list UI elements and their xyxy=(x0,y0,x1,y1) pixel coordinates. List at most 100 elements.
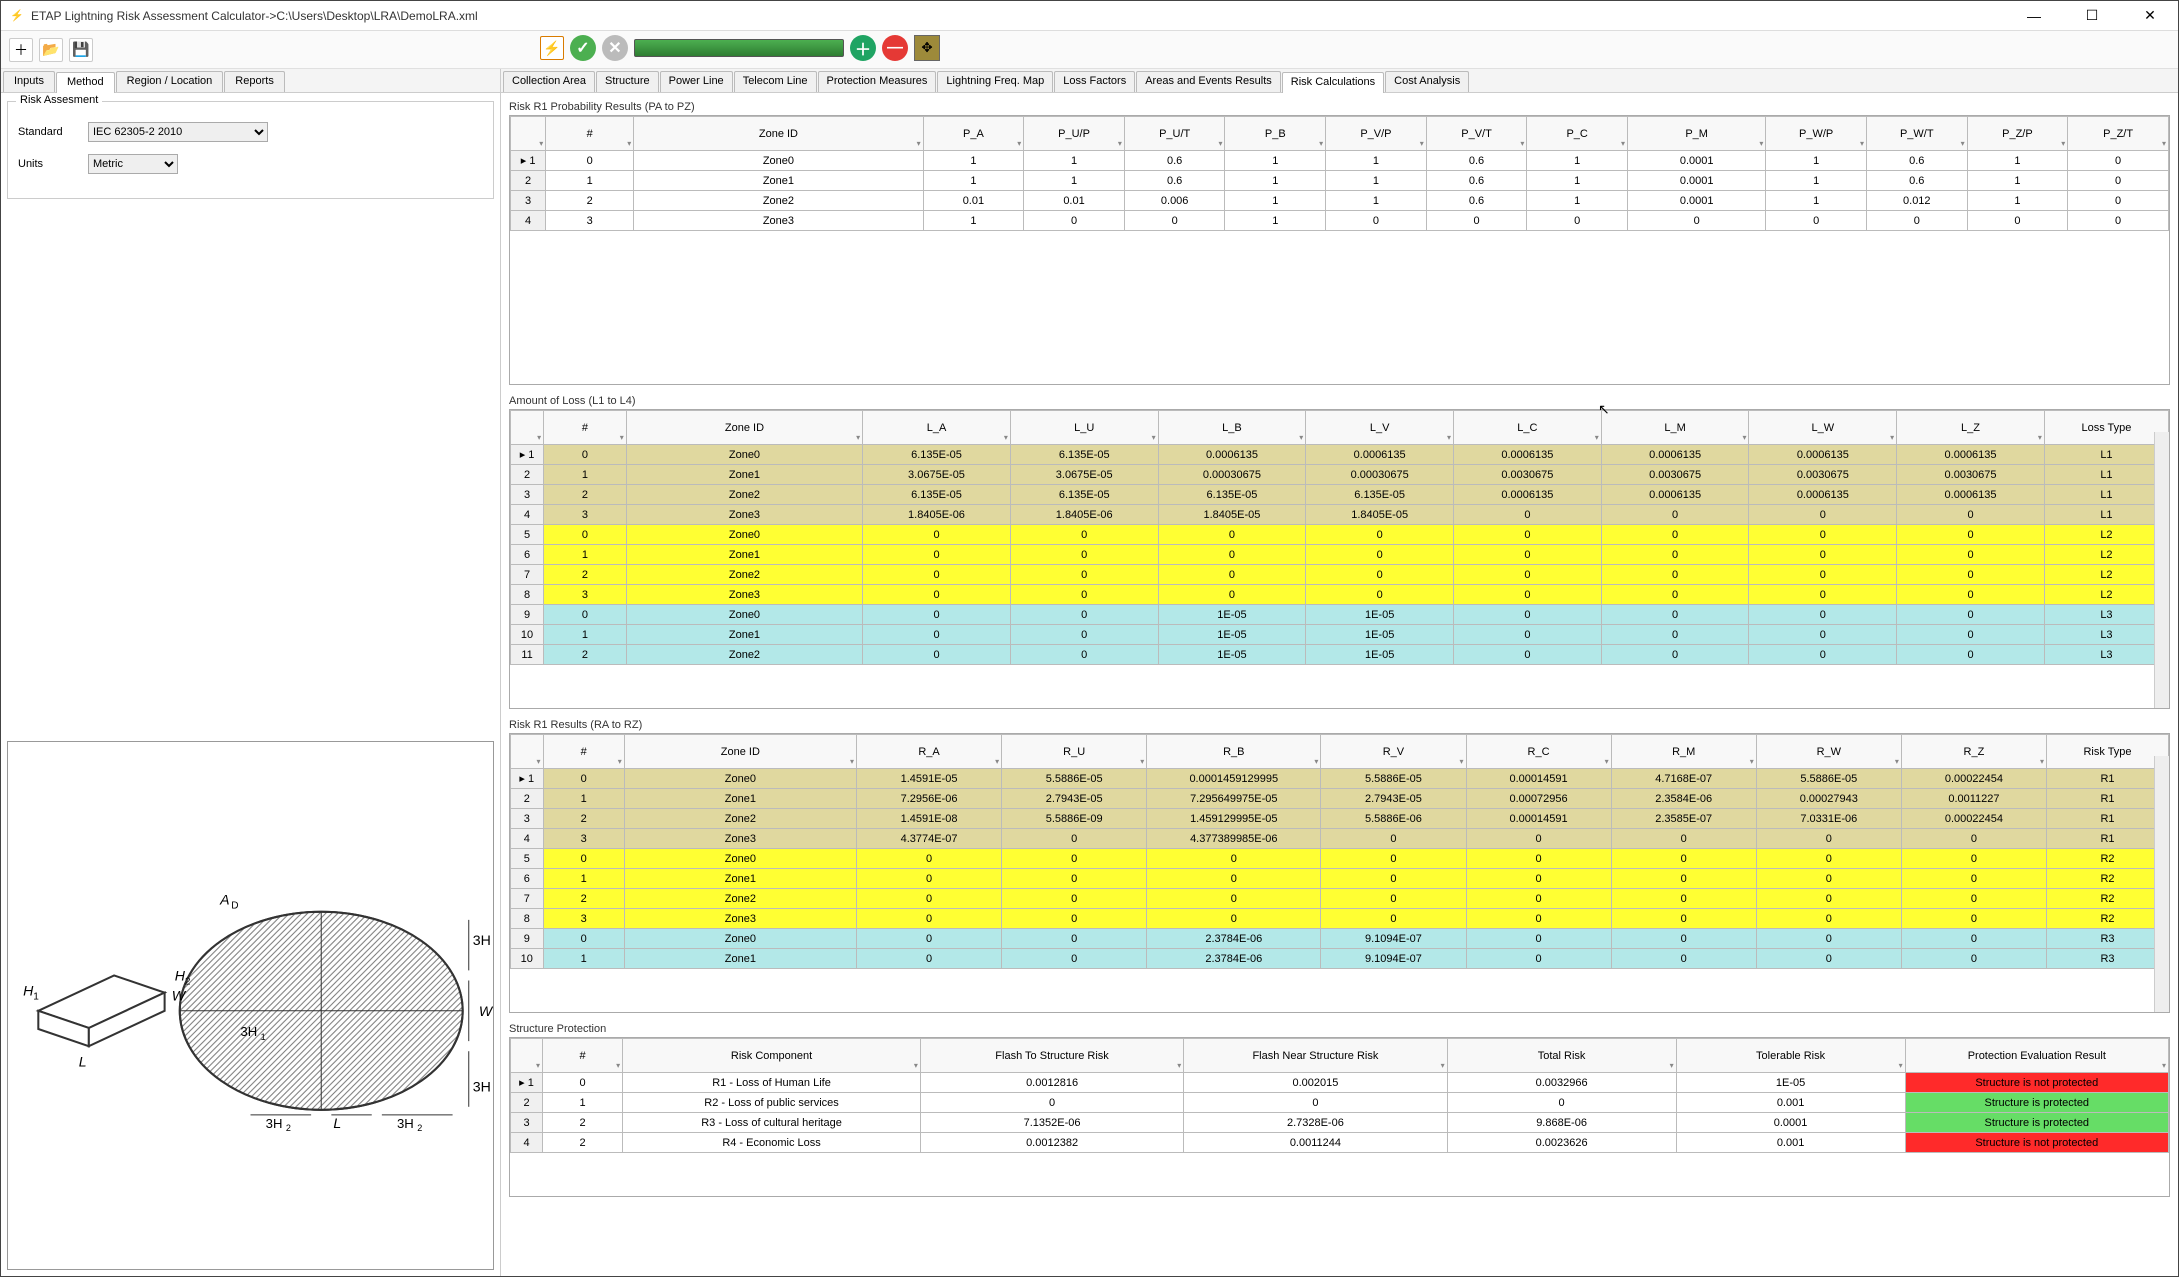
cell[interactable]: 0 xyxy=(1897,545,2045,565)
column-header[interactable]: P_Z/T▾ xyxy=(2068,117,2169,151)
cell[interactable]: 0 xyxy=(1002,889,1147,909)
cell[interactable]: 0 xyxy=(856,929,1001,949)
result-tab-power-line[interactable]: Power Line xyxy=(660,71,733,92)
cell[interactable]: 4.377389985E-06 xyxy=(1147,829,1321,849)
cell[interactable]: 1 xyxy=(1024,151,1125,171)
cell[interactable]: 0 xyxy=(1466,869,1611,889)
cell[interactable]: 1 xyxy=(544,625,627,645)
cell[interactable]: 8 xyxy=(511,909,544,929)
cell[interactable]: 3 xyxy=(511,485,544,505)
cell[interactable]: 0 xyxy=(1749,585,1897,605)
cell[interactable]: 0 xyxy=(1002,849,1147,869)
column-header[interactable]: P_A▾ xyxy=(923,117,1024,151)
cell[interactable]: L3 xyxy=(2044,625,2168,645)
cell[interactable]: Zone0 xyxy=(626,605,862,625)
cell[interactable]: Zone1 xyxy=(626,625,862,645)
cell[interactable]: R3 - Loss of cultural heritage xyxy=(623,1113,921,1133)
cell[interactable]: 0 xyxy=(1010,625,1158,645)
column-header[interactable]: R_M▾ xyxy=(1611,735,1756,769)
cell[interactable]: 0 xyxy=(1749,625,1897,645)
cell[interactable]: 0.00014591 xyxy=(1466,809,1611,829)
cell[interactable]: 1 xyxy=(923,211,1024,231)
cell[interactable]: 0 xyxy=(1756,829,1901,849)
minimize-button[interactable]: — xyxy=(2014,4,2054,28)
cell[interactable]: 0 xyxy=(1897,505,2045,525)
cell[interactable]: 7.2956E-06 xyxy=(856,789,1001,809)
cell[interactable]: Zone0 xyxy=(634,151,923,171)
column-header[interactable]: P_U/T▾ xyxy=(1124,117,1225,151)
cell[interactable]: ▸ 1 xyxy=(511,151,546,171)
cell[interactable]: 0 xyxy=(1466,849,1611,869)
cell[interactable]: 0 xyxy=(1601,605,1749,625)
cell[interactable]: 1.4591E-08 xyxy=(856,809,1001,829)
remove-button[interactable]: — xyxy=(882,35,908,61)
cell[interactable]: 7.0331E-06 xyxy=(1756,809,1901,829)
cell[interactable]: 0.0006135 xyxy=(1158,445,1306,465)
cell[interactable]: R1 xyxy=(2047,789,2169,809)
cell[interactable]: 1E-05 xyxy=(1676,1073,1905,1093)
column-header[interactable]: L_U▾ xyxy=(1010,411,1158,445)
cell[interactable]: 1.8405E-05 xyxy=(1306,505,1454,525)
cell[interactable]: 0.6 xyxy=(1426,191,1527,211)
cell[interactable]: L2 xyxy=(2044,565,2168,585)
cell[interactable]: 0 xyxy=(863,645,1011,665)
cell[interactable]: 0 xyxy=(1454,605,1602,625)
cell[interactable]: 0 xyxy=(856,869,1001,889)
standard-select[interactable]: IEC 62305-2 2010 xyxy=(88,122,268,142)
cell[interactable]: 0 xyxy=(1897,605,2045,625)
cell[interactable]: R1 xyxy=(2047,829,2169,849)
cell[interactable]: 0.6 xyxy=(1124,151,1225,171)
cell[interactable]: 0.0001 xyxy=(1627,151,1765,171)
cell[interactable]: 0 xyxy=(2068,211,2169,231)
cell[interactable]: 0 xyxy=(1897,625,2045,645)
cell[interactable]: 1 xyxy=(1967,171,2068,191)
column-header[interactable]: L_B▾ xyxy=(1158,411,1306,445)
cell[interactable]: 1.459129995E-05 xyxy=(1147,809,1321,829)
cell[interactable]: 6.135E-05 xyxy=(863,445,1011,465)
cell[interactable]: 1 xyxy=(1225,151,1326,171)
cell[interactable]: 9.1094E-07 xyxy=(1321,929,1466,949)
cell[interactable]: 7 xyxy=(511,565,544,585)
cell[interactable]: 0 xyxy=(1184,1093,1447,1113)
cell[interactable]: L1 xyxy=(2044,445,2168,465)
cell[interactable]: ▸ 1 xyxy=(511,1073,543,1093)
cell[interactable]: Zone0 xyxy=(626,445,862,465)
cell[interactable]: 0 xyxy=(1454,625,1602,645)
cell[interactable]: 0 xyxy=(2068,191,2169,211)
cell[interactable]: 1 xyxy=(1766,151,1867,171)
cell[interactable]: 1 xyxy=(1326,191,1427,211)
cell[interactable]: 0 xyxy=(863,625,1011,645)
cell[interactable]: 1 xyxy=(1766,191,1867,211)
cell[interactable]: 1 xyxy=(544,545,627,565)
cell[interactable]: 0 xyxy=(1326,211,1427,231)
cell[interactable]: 0.0001 xyxy=(1676,1113,1905,1133)
cell[interactable]: 0.00022454 xyxy=(1901,769,2046,789)
cell[interactable]: 0 xyxy=(1749,565,1897,585)
cell[interactable]: 0 xyxy=(544,525,627,545)
cell[interactable]: 2 xyxy=(543,809,624,829)
cell[interactable]: L1 xyxy=(2044,505,2168,525)
result-tab-lightning-freq-map[interactable]: Lightning Freq. Map xyxy=(937,71,1053,92)
cell[interactable]: Zone0 xyxy=(624,849,856,869)
cell[interactable]: L3 xyxy=(2044,645,2168,665)
column-header[interactable]: P_U/P▾ xyxy=(1024,117,1125,151)
column-header[interactable]: Zone ID▾ xyxy=(626,411,862,445)
cell[interactable]: 1 xyxy=(1527,171,1628,191)
cell[interactable]: 5.5886E-05 xyxy=(1321,769,1466,789)
cell[interactable]: 3 xyxy=(543,829,624,849)
cell[interactable]: 0 xyxy=(1002,869,1147,889)
cell[interactable]: 0 xyxy=(1897,585,2045,605)
cell[interactable]: 0 xyxy=(1454,645,1602,665)
cell[interactable]: 4 xyxy=(511,505,544,525)
cell[interactable]: Zone3 xyxy=(634,211,923,231)
cell[interactable]: 7 xyxy=(511,889,544,909)
cell[interactable]: 0 xyxy=(863,585,1011,605)
cell[interactable]: 0.0006135 xyxy=(1897,445,2045,465)
cell[interactable]: 0.0030675 xyxy=(1454,465,1602,485)
cell[interactable]: 0 xyxy=(1749,525,1897,545)
cell[interactable]: 7.1352E-06 xyxy=(920,1113,1183,1133)
cell[interactable]: 0 xyxy=(1321,849,1466,869)
result-tab-risk-calculations[interactable]: Risk Calculations xyxy=(1282,72,1384,93)
open-button[interactable]: 📂 xyxy=(39,38,63,62)
cell[interactable]: 0 xyxy=(1147,849,1321,869)
